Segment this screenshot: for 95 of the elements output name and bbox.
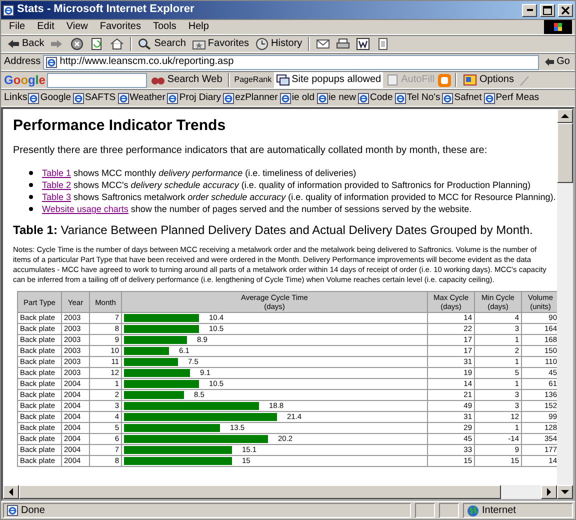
close-icon	[561, 6, 570, 14]
menu-item[interactable]: Favorites	[94, 21, 146, 33]
windows-logo-icon	[544, 20, 572, 34]
page-icon	[7, 505, 18, 516]
table-caption: Table 1: Variance Between Planned Delivery Dates and Actual Delivery Dates Grouped by Month.	[13, 223, 534, 237]
options-icon	[463, 74, 478, 86]
scrollbar-thumb[interactable]	[557, 123, 573, 183]
globe-icon	[467, 504, 479, 516]
form-icon	[387, 74, 400, 86]
bullet-text: Table 1 shows MCC monthly delivery performance (i.e. timeliness of deliveries)	[42, 167, 356, 179]
text-link[interactable]: Website usage charts	[42, 204, 128, 214]
address-label: Address	[4, 56, 41, 68]
bullet-icon	[29, 195, 33, 199]
arrow-icon	[542, 56, 555, 68]
link-button[interactable]: Weather	[116, 92, 166, 104]
security-zone: Internet	[463, 503, 573, 518]
link-button[interactable]: Proj Diary	[166, 92, 222, 104]
document-icon	[376, 38, 390, 50]
google-logo: Google	[4, 72, 46, 88]
search-web-button[interactable]: Search Web	[149, 72, 224, 88]
page-icon	[223, 92, 234, 104]
menu-item[interactable]: Tools	[148, 21, 182, 33]
printer-icon	[336, 38, 350, 50]
vertical-scrollbar[interactable]	[557, 109, 573, 499]
text-link[interactable]: Table 1	[42, 168, 72, 178]
page-icon	[358, 92, 370, 104]
search-button[interactable]: Search	[136, 36, 188, 52]
minimize-icon	[526, 9, 532, 11]
links-label: Links	[4, 92, 28, 104]
intro-text: Presently there are three performance indicators that are automatically collated month by month, these are:	[13, 145, 488, 157]
go-button[interactable]: Go	[540, 54, 572, 70]
popup-blocker-button[interactable]: Site popups allowed	[274, 72, 384, 88]
up-arrow-icon	[561, 113, 569, 119]
window-title: Stats - Microsoft Internet Explorer	[17, 3, 196, 17]
link-button[interactable]: Code	[357, 92, 394, 104]
document-w-icon	[356, 38, 370, 50]
status-text: Done	[3, 503, 411, 518]
down-arrow-icon	[561, 489, 569, 495]
text-link[interactable]: Table 3	[42, 192, 72, 202]
windows-icon	[276, 74, 290, 86]
google-search-field[interactable]	[47, 72, 148, 88]
menu-item[interactable]: Edit	[32, 21, 60, 33]
link-button[interactable]: SAFTS	[72, 92, 117, 104]
bullet-icon	[29, 171, 33, 175]
maximize-icon	[543, 6, 552, 14]
refresh-icon	[90, 38, 104, 50]
maximize-button[interactable]	[540, 4, 555, 16]
menu-item[interactable]: File	[4, 21, 30, 33]
page-icon	[484, 92, 495, 104]
text-link[interactable]: Table 2	[42, 180, 72, 190]
search-icon	[138, 38, 152, 50]
back-button[interactable]: Back	[4, 36, 46, 52]
right-arrow-icon	[546, 488, 552, 496]
link-button[interactable]: Google	[27, 92, 72, 104]
link-button[interactable]: ie old	[278, 92, 316, 104]
pagerank-label: PageRank	[234, 75, 272, 85]
link-button[interactable]: Safnet	[441, 92, 483, 104]
edit-button[interactable]	[354, 36, 372, 52]
envelope-icon	[316, 38, 330, 50]
page-icon	[442, 92, 454, 104]
page-heading: Performance Indicator Trends	[13, 117, 227, 135]
page-icon	[28, 92, 40, 104]
page-icon	[394, 92, 406, 104]
home-icon	[110, 38, 124, 50]
back-arrow-icon	[6, 38, 20, 50]
page-icon	[280, 92, 291, 104]
bullet-text: Table 2 shows MCC's delivery schedule accuracy (i.e. quality of information provided to Saftronics for Production Planning)	[42, 179, 530, 191]
link-button[interactable]: ezPlanner	[222, 92, 279, 104]
left-arrow-icon	[8, 488, 14, 496]
clock-icon	[255, 38, 270, 50]
url-text: http://www.leanscm.co.uk/reporting.asp	[60, 56, 234, 68]
forward-arrow-icon	[50, 38, 64, 50]
address-field[interactable]: http://www.leanscm.co.uk/reporting.asp	[42, 54, 539, 70]
link-button[interactable]: ie new	[316, 92, 358, 104]
link-button[interactable]: Perf Meas	[482, 92, 540, 104]
page-icon	[73, 92, 84, 104]
app-icon	[3, 4, 14, 16]
link-button[interactable]: Tel No's	[394, 92, 442, 104]
page-icon	[118, 92, 129, 104]
menu-item[interactable]: View	[61, 21, 93, 33]
stop-icon	[70, 38, 84, 50]
blogger-icon[interactable]	[438, 74, 452, 86]
bullet-icon	[29, 207, 33, 211]
page-icon	[46, 56, 57, 68]
history-button[interactable]: History	[253, 36, 304, 52]
page-icon	[167, 92, 178, 104]
minimize-button[interactable]	[522, 4, 537, 16]
bullet-text: Table 3 shows Saftronics metalwork order schedule accuracy (i.e. quality of information provided to MCC for Resource Planning).	[42, 191, 556, 203]
options-button[interactable]: Options	[461, 72, 516, 88]
close-button[interactable]	[558, 4, 573, 16]
menu-item[interactable]: Help	[183, 21, 214, 33]
favorites-button[interactable]: Favorites	[190, 36, 252, 52]
bullet-text: Website usage charts show the number of pages served and the number of sessions served by the website.	[42, 203, 472, 215]
bullet-icon	[29, 183, 33, 187]
page-icon	[316, 92, 328, 104]
